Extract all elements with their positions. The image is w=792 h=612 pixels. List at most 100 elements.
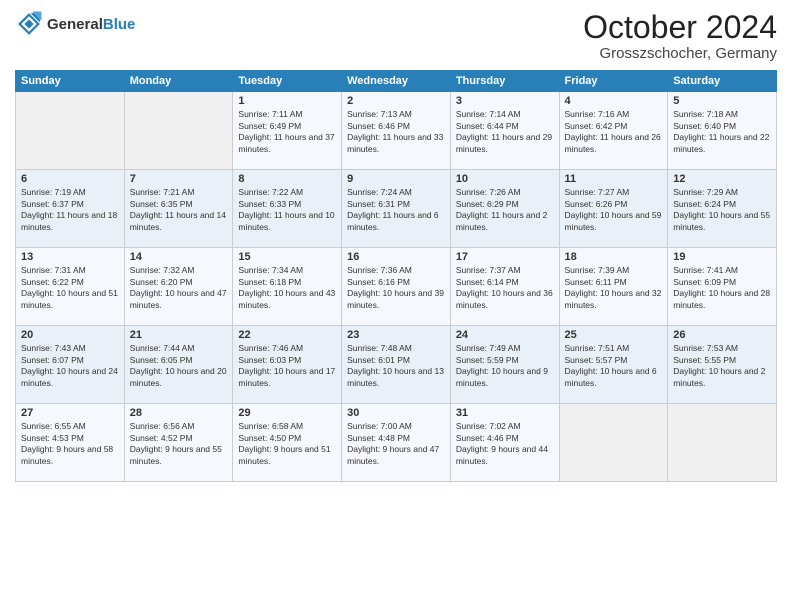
cell-info: Sunrise: 7:29 AM Sunset: 6:24 PM Dayligh… (673, 187, 771, 233)
day-number: 29 (238, 407, 336, 419)
day-number: 21 (130, 329, 228, 341)
calendar-week-row: 27Sunrise: 6:55 AM Sunset: 4:53 PM Dayli… (16, 404, 777, 482)
calendar-week-row: 20Sunrise: 7:43 AM Sunset: 6:07 PM Dayli… (16, 326, 777, 404)
title-section: October 2024 Grosszschocher, Germany (583, 10, 777, 62)
cell-info: Sunrise: 7:43 AM Sunset: 6:07 PM Dayligh… (21, 343, 119, 389)
day-number: 31 (456, 407, 554, 419)
cell-info: Sunrise: 7:27 AM Sunset: 6:26 PM Dayligh… (565, 187, 663, 233)
cell-info: Sunrise: 7:44 AM Sunset: 6:05 PM Dayligh… (130, 343, 228, 389)
page-header: General Blue October 2024 Grosszschocher… (15, 10, 777, 62)
calendar-cell: 29 Sunrise: 6:58 AM Sunset: 4:50 PM Dayli… (233, 404, 342, 482)
calendar-cell: 22 Sunrise: 7:46 AM Sunset: 6:03 PM Dayli… (233, 326, 342, 404)
day-number: 1 (238, 95, 336, 107)
cell-info: Sunrise: 7:02 AM Sunset: 4:46 PM Dayligh… (456, 421, 554, 467)
day-number: 9 (347, 173, 445, 185)
weekday-header-friday: Friday (559, 71, 668, 92)
calendar-cell: 18 Sunrise: 7:39 AM Sunset: 6:11 PM Dayli… (559, 248, 668, 326)
calendar-cell: 6 Sunrise: 7:19 AM Sunset: 6:37 PM Daylig… (16, 170, 125, 248)
cell-info: Sunrise: 7:49 AM Sunset: 5:59 PM Dayligh… (456, 343, 554, 389)
weekday-header-monday: Monday (124, 71, 233, 92)
logo-general: General (47, 16, 103, 33)
day-number: 19 (673, 251, 771, 263)
cell-info: Sunrise: 7:41 AM Sunset: 6:09 PM Dayligh… (673, 265, 771, 311)
calendar-cell: 9 Sunrise: 7:24 AM Sunset: 6:31 PM Daylig… (342, 170, 451, 248)
day-number: 30 (347, 407, 445, 419)
day-number: 10 (456, 173, 554, 185)
calendar-cell: 17 Sunrise: 7:37 AM Sunset: 6:14 PM Dayli… (450, 248, 559, 326)
cell-info: Sunrise: 7:37 AM Sunset: 6:14 PM Dayligh… (456, 265, 554, 311)
weekday-header-thursday: Thursday (450, 71, 559, 92)
calendar-cell: 27Sunrise: 6:55 AM Sunset: 4:53 PM Dayli… (16, 404, 125, 482)
cell-info: Sunrise: 7:18 AM Sunset: 6:40 PM Dayligh… (673, 109, 771, 155)
calendar-cell: 3 Sunrise: 7:14 AM Sunset: 6:44 PM Daylig… (450, 92, 559, 170)
cell-info: Sunrise: 7:19 AM Sunset: 6:37 PM Dayligh… (21, 187, 119, 233)
cell-info: Sunrise: 7:14 AM Sunset: 6:44 PM Dayligh… (456, 109, 554, 155)
cell-info: Sunrise: 7:22 AM Sunset: 6:33 PM Dayligh… (238, 187, 336, 233)
calendar-cell: 15Sunrise: 7:34 AM Sunset: 6:18 PM Dayli… (233, 248, 342, 326)
calendar-cell (16, 92, 125, 170)
calendar-week-row: 1 Sunrise: 7:11 AM Sunset: 6:49 PM Daylig… (16, 92, 777, 170)
day-number: 25 (565, 329, 663, 341)
cell-info: Sunrise: 7:16 AM Sunset: 6:42 PM Dayligh… (565, 109, 663, 155)
logo-text: General Blue (47, 16, 135, 33)
cell-info: Sunrise: 7:13 AM Sunset: 6:46 PM Dayligh… (347, 109, 445, 155)
day-number: 13 (21, 251, 119, 263)
cell-info: Sunrise: 7:51 AM Sunset: 5:57 PM Dayligh… (565, 343, 663, 389)
weekday-header-tuesday: Tuesday (233, 71, 342, 92)
logo-blue: Blue (103, 16, 136, 33)
calendar-cell: 13 Sunrise: 7:31 AM Sunset: 6:22 PM Dayli… (16, 248, 125, 326)
cell-info: Sunrise: 6:58 AM Sunset: 4:50 PM Dayligh… (238, 421, 336, 467)
day-number: 12 (673, 173, 771, 185)
calendar-cell: 20Sunrise: 7:43 AM Sunset: 6:07 PM Dayli… (16, 326, 125, 404)
day-number: 5 (673, 95, 771, 107)
calendar-cell: 12 Sunrise: 7:29 AM Sunset: 6:24 PM Dayli… (668, 170, 777, 248)
day-number: 2 (347, 95, 445, 107)
calendar-cell: 19 Sunrise: 7:41 AM Sunset: 6:09 PM Dayli… (668, 248, 777, 326)
calendar-cell: 28Sunrise: 6:56 AM Sunset: 4:52 PM Dayli… (124, 404, 233, 482)
cell-info: Sunrise: 7:11 AM Sunset: 6:49 PM Dayligh… (238, 109, 336, 155)
calendar-cell: 26 Sunrise: 7:53 AM Sunset: 5:55 PM Dayli… (668, 326, 777, 404)
day-number: 14 (130, 251, 228, 263)
weekday-header-sunday: Sunday (16, 71, 125, 92)
logo: General Blue (15, 10, 135, 38)
day-number: 18 (565, 251, 663, 263)
calendar-cell: 14 Sunrise: 7:32 AM Sunset: 6:20 PM Dayli… (124, 248, 233, 326)
calendar-cell: 1 Sunrise: 7:11 AM Sunset: 6:49 PM Daylig… (233, 92, 342, 170)
calendar-cell (124, 92, 233, 170)
day-number: 16 (347, 251, 445, 263)
day-number: 26 (673, 329, 771, 341)
day-number: 4 (565, 95, 663, 107)
calendar-cell: 24Sunrise: 7:49 AM Sunset: 5:59 PM Dayli… (450, 326, 559, 404)
day-number: 11 (565, 173, 663, 185)
calendar-cell: 8 Sunrise: 7:22 AM Sunset: 6:33 PM Daylig… (233, 170, 342, 248)
cell-info: Sunrise: 6:55 AM Sunset: 4:53 PM Dayligh… (21, 421, 119, 467)
day-number: 3 (456, 95, 554, 107)
day-number: 8 (238, 173, 336, 185)
day-number: 22 (238, 329, 336, 341)
location: Grosszschocher, Germany (583, 45, 777, 62)
calendar-cell: 2 Sunrise: 7:13 AM Sunset: 6:46 PM Daylig… (342, 92, 451, 170)
weekday-header-row: SundayMondayTuesdayWednesdayThursdayFrid… (16, 71, 777, 92)
calendar-cell: 10Sunrise: 7:26 AM Sunset: 6:29 PM Dayli… (450, 170, 559, 248)
calendar-cell: 30Sunrise: 7:00 AM Sunset: 4:48 PM Dayli… (342, 404, 451, 482)
cell-info: Sunrise: 7:31 AM Sunset: 6:22 PM Dayligh… (21, 265, 119, 311)
cell-info: Sunrise: 7:53 AM Sunset: 5:55 PM Dayligh… (673, 343, 771, 389)
cell-info: Sunrise: 7:36 AM Sunset: 6:16 PM Dayligh… (347, 265, 445, 311)
calendar-cell (559, 404, 668, 482)
month-title: October 2024 (583, 10, 777, 45)
cell-info: Sunrise: 7:32 AM Sunset: 6:20 PM Dayligh… (130, 265, 228, 311)
day-number: 23 (347, 329, 445, 341)
weekday-header-wednesday: Wednesday (342, 71, 451, 92)
cell-info: Sunrise: 7:48 AM Sunset: 6:01 PM Dayligh… (347, 343, 445, 389)
cell-info: Sunrise: 7:24 AM Sunset: 6:31 PM Dayligh… (347, 187, 445, 233)
cell-info: Sunrise: 7:46 AM Sunset: 6:03 PM Dayligh… (238, 343, 336, 389)
day-number: 6 (21, 173, 119, 185)
day-number: 17 (456, 251, 554, 263)
day-number: 15 (238, 251, 336, 263)
cell-info: Sunrise: 7:39 AM Sunset: 6:11 PM Dayligh… (565, 265, 663, 311)
calendar-cell (668, 404, 777, 482)
calendar-cell: 4 Sunrise: 7:16 AM Sunset: 6:42 PM Daylig… (559, 92, 668, 170)
cell-info: Sunrise: 7:21 AM Sunset: 6:35 PM Dayligh… (130, 187, 228, 233)
calendar-cell: 5 Sunrise: 7:18 AM Sunset: 6:40 PM Daylig… (668, 92, 777, 170)
calendar-cell: 16 Sunrise: 7:36 AM Sunset: 6:16 PM Dayli… (342, 248, 451, 326)
